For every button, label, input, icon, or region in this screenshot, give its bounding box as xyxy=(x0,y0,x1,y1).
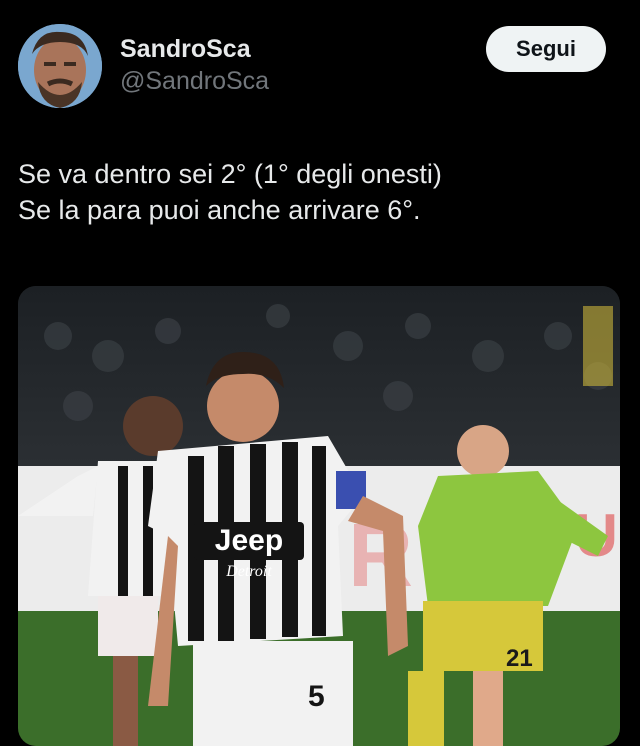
profile-avatar-icon xyxy=(18,24,102,108)
display-name[interactable]: SandroSca xyxy=(120,34,269,64)
tweet-line-2: Se la para puoi anche arrivare 6°. xyxy=(18,195,421,225)
sponsor-text: Jeep xyxy=(215,524,283,557)
tweet-header: SandroSca @SandroSca Segui xyxy=(18,24,606,108)
svg-text:21: 21 xyxy=(506,645,533,672)
tweet-text: Se va dentro sei 2° (1° degli onesti) Se… xyxy=(18,156,620,228)
sub-sponsor-text: Detroit xyxy=(225,563,272,580)
tweet-line-1: Se va dentro sei 2° (1° degli onesti) xyxy=(18,159,442,189)
author-names: SandroSca @SandroSca xyxy=(120,34,269,98)
player-number: 5 xyxy=(308,680,325,713)
follow-button[interactable]: Segui xyxy=(486,26,606,72)
football-photo-icon: R TU 21 Jeep Detroit xyxy=(18,286,620,746)
handle[interactable]: @SandroSca xyxy=(120,64,269,98)
avatar[interactable] xyxy=(18,24,102,108)
tweet-media[interactable]: R TU 21 Jeep Detroit xyxy=(18,286,620,746)
